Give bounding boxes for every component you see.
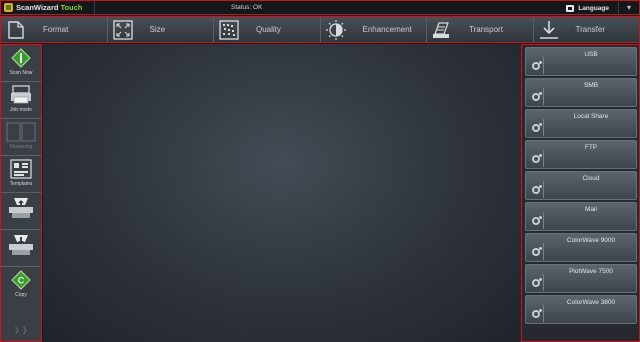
preview-area[interactable] [43,44,521,342]
format-icon [5,19,27,41]
destination-colorwave-3800[interactable]: ColorWave 3800 [525,295,637,324]
sidebar-footer: 〉〉 [1,299,41,341]
job-mode-label: Job mode [10,107,32,113]
settings-gear-icon[interactable] [528,181,544,198]
scan-now-label: Scan Now [9,70,33,76]
destination-label: PlotWave 7500 [569,268,613,275]
settings-gear-icon[interactable] [528,119,544,136]
tab-enhancement[interactable]: Enhancement [321,17,427,42]
tab-format-label: Format [43,25,69,34]
mosaicing-label: Mosaicing [9,144,33,150]
templates-button[interactable]: Templates [1,156,41,193]
svg-text:C: C [18,276,25,286]
app-window: ScanWizard Touch Status: OK Language ▾ F… [0,0,640,342]
tab-transport[interactable]: Transport [427,17,534,42]
settings-gear-icon[interactable] [528,57,544,74]
destination-usb[interactable]: USB [525,47,637,76]
copy-icon: C [11,270,31,290]
tab-format[interactable]: Format [1,17,108,42]
feed-up-icon [9,198,33,218]
mosaicing-button[interactable]: Mosaicing [1,119,41,156]
app-name-accent: Touch [60,3,83,12]
transfer-icon [538,19,560,41]
feed-down-icon [9,235,33,255]
title-bar: ScanWizard Touch Status: OK Language ▾ [0,0,640,15]
tab-enhancement-label: Enhancement [362,25,412,34]
destination-plotwave-7500[interactable]: PlotWave 7500 [525,264,637,293]
templates-icon [10,159,32,179]
status-text: Status: OK [231,4,263,11]
settings-gear-icon[interactable] [528,88,544,105]
title-divider [618,2,619,14]
settings-toolbar: Format Size Quality Enhancement Transpor… [0,16,640,43]
settings-gear-icon[interactable] [528,274,544,291]
chevron-down-icon[interactable]: ▾ [624,3,634,13]
app-name: ScanWizard [16,3,59,12]
copy-label: Copy [15,292,27,298]
settings-gear-icon[interactable] [528,150,544,167]
feed-down-button[interactable] [1,230,41,267]
language-button[interactable]: Language [566,2,609,14]
destination-label: ColorWave 3800 [566,299,616,306]
action-sidebar: Scan Now Job mode Mosaicing Templates C … [0,44,42,342]
app-logo: ScanWizard Touch [1,1,95,14]
mosaicing-icon [6,122,36,142]
destination-label: Local Share [573,113,609,120]
destination-mail[interactable]: Mail [525,202,637,231]
destination-label: ColorWave 9000 [566,237,616,244]
size-icon [112,19,134,41]
tab-transport-label: Transport [469,25,503,34]
settings-gear-icon[interactable] [528,243,544,260]
tab-quality-label: Quality [256,25,281,34]
destination-label: SMB [583,82,599,89]
scan-now-button[interactable]: Scan Now [1,45,41,82]
destination-label: Cloud [582,175,600,182]
transport-icon [431,19,453,41]
language-icon [566,4,575,12]
destination-smb[interactable]: SMB [525,78,637,107]
language-label: Language [578,4,609,12]
tab-transfer-label: Transfer [575,25,606,34]
tab-quality[interactable]: Quality [214,17,321,42]
destination-local-share[interactable]: Local Share [525,109,637,138]
destination-label: USB [584,51,598,58]
destination-cloud[interactable]: Cloud [525,171,637,200]
destination-colorwave-9000[interactable]: ColorWave 9000 [525,233,637,262]
quality-icon [218,19,240,41]
expand-arrow-icon[interactable]: 〉〉 [15,325,31,336]
enhancement-icon [325,19,347,41]
settings-gear-icon[interactable] [528,212,544,229]
destination-label: FTP [584,144,598,151]
settings-gear-icon[interactable] [528,305,544,322]
feed-up-button[interactable] [1,193,41,230]
destination-panel: USB SMB Local Share FTP Cloud Mail Color… [521,44,640,342]
scanwizard-logo-icon [4,3,13,12]
tab-transfer[interactable]: Transfer [534,17,640,42]
scan-now-icon [11,48,31,68]
job-mode-icon [11,85,31,104]
destination-label: Mail [585,206,597,213]
tab-size-label: Size [149,25,166,34]
job-mode-button[interactable]: Job mode [1,82,41,119]
destination-ftp[interactable]: FTP [525,140,637,169]
templates-label: Templates [9,181,33,187]
tab-size[interactable]: Size [108,17,214,42]
